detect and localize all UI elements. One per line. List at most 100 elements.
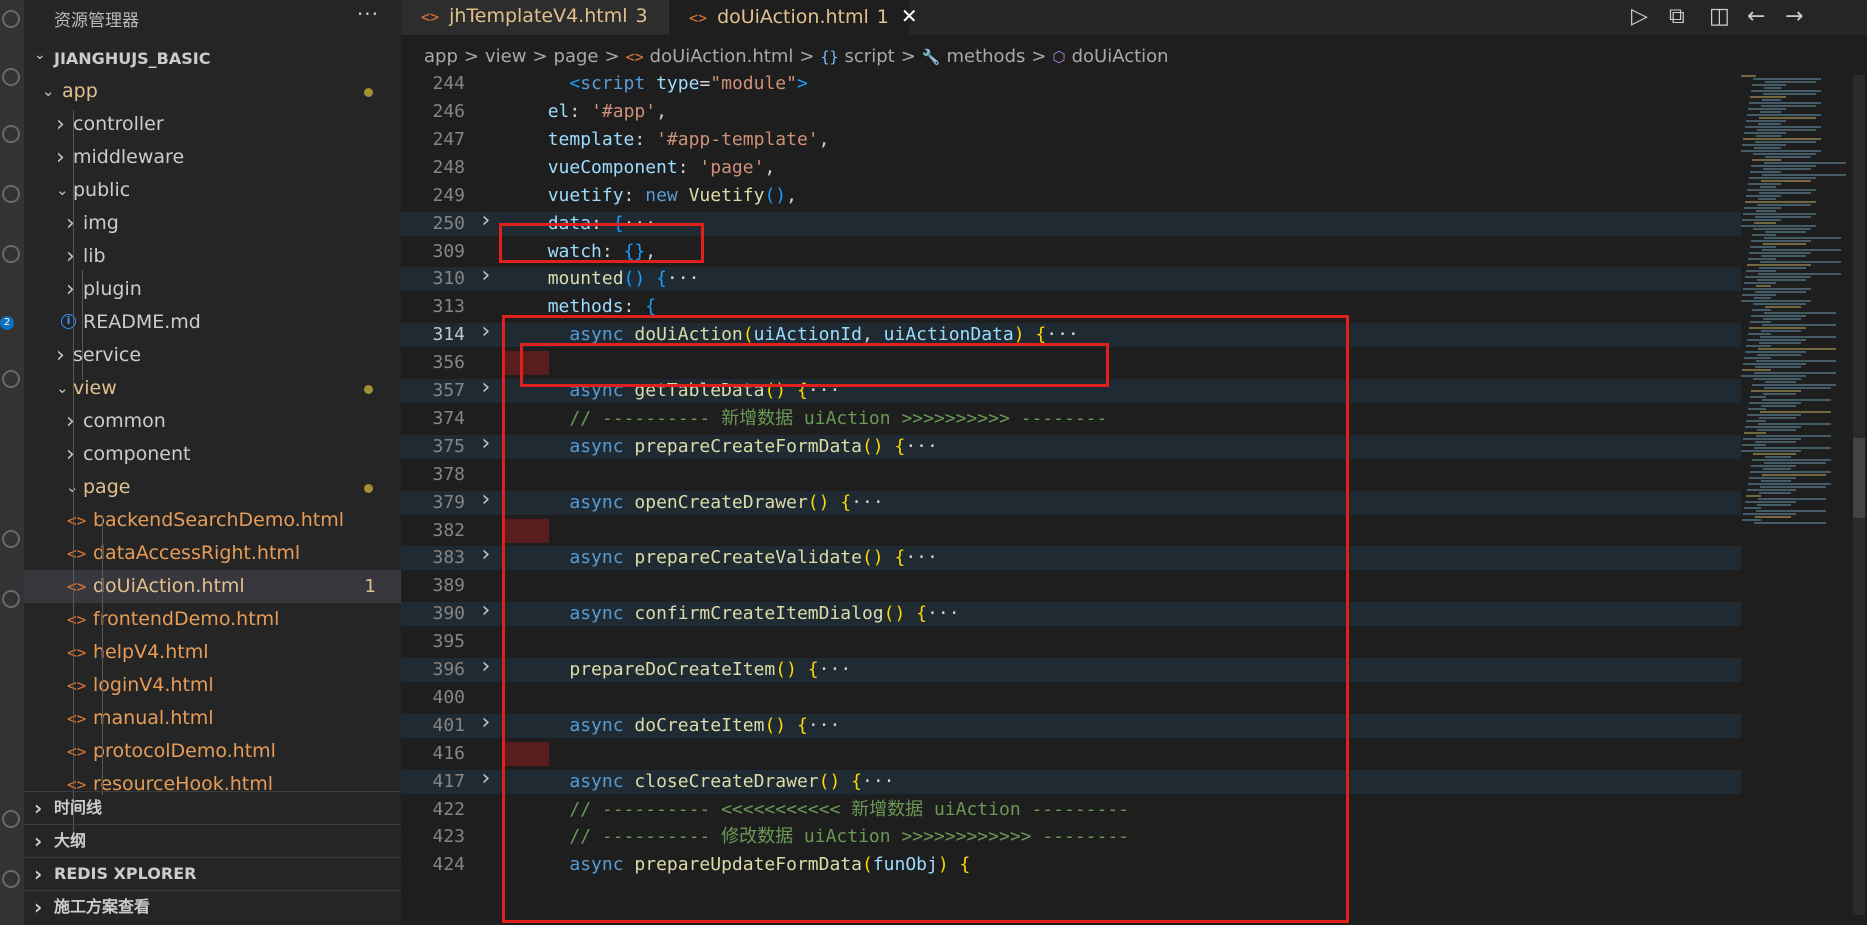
modified-dot [364, 385, 373, 394]
minimap-line [1743, 213, 1816, 215]
sidebar-section[interactable]: › REDIS XPLORER [24, 857, 401, 890]
code-line[interactable]: 247 template: '#app-template', [401, 128, 1741, 152]
tree-item-label: plugin [83, 278, 142, 300]
code-token: vuetify [547, 184, 624, 206]
tree-item[interactable]: › plugin [24, 273, 401, 306]
minimap[interactable] [1733, 75, 1853, 545]
minimap-line [1754, 222, 1776, 224]
tree-item[interactable]: <> dataAccessRight.html [24, 537, 401, 570]
minimap-line [1749, 402, 1801, 404]
chevron-right-icon: › [34, 895, 43, 919]
breadcrumb-item[interactable]: page [554, 46, 599, 67]
tree-item-label: dataAccessRight.html [93, 542, 301, 564]
source-control-icon[interactable] [2, 125, 20, 143]
go-forward-icon[interactable]: → [1785, 6, 1803, 28]
breadcrumb-item[interactable]: methods [946, 46, 1025, 67]
close-icon[interactable]: ✕ [901, 4, 918, 28]
indent-guide [82, 270, 83, 380]
fold-chevron-icon[interactable]: › [479, 208, 492, 233]
chevron-right-icon: › [34, 862, 43, 886]
tree-item[interactable]: <> protocolDemo.html [24, 735, 401, 768]
minimap-line [1754, 522, 1826, 524]
fold-chevron-icon[interactable]: › [479, 599, 492, 623]
remote-explorer-icon[interactable] [2, 370, 20, 388]
line-number: 400 [432, 686, 465, 708]
compare-icon[interactable]: ⧉ [1669, 6, 1685, 28]
tree-item[interactable]: › lib [24, 240, 401, 273]
explorer-icon[interactable] [2, 10, 20, 28]
fold-chevron-icon[interactable]: › [479, 710, 492, 735]
tree-item[interactable]: › common [24, 405, 401, 438]
tab-jhtemplatev4[interactable]: <> jhTemplateV4.html 3 [401, 0, 669, 35]
more-actions-icon[interactable]: ··· [357, 2, 379, 26]
indent-guide [73, 110, 74, 840]
tree-item[interactable]: <> backendSearchDemo.html [24, 504, 401, 537]
split-editor-icon[interactable]: ◫ [1709, 6, 1730, 28]
sidebar-section[interactable]: › 大纲 [24, 824, 401, 857]
tab-douiaction[interactable]: <> doUiAction.html 1 ✕ [669, 0, 918, 35]
tree-item-label: backendSearchDemo.html [93, 509, 344, 531]
search-icon[interactable] [2, 68, 20, 86]
code-line[interactable]: 248 vueComponent: 'page', [401, 156, 1741, 180]
code-token: : [623, 184, 646, 206]
tree-item[interactable]: <> helpV4.html [24, 636, 401, 669]
code-line[interactable]: 246 el: '#app', [401, 100, 1741, 124]
tree-item[interactable]: <> doUiAction.html 1 [24, 570, 401, 603]
fold-chevron-icon[interactable]: › [479, 264, 492, 288]
tree-item[interactable]: ⌄ app [24, 75, 401, 108]
chevron-down-icon: ⌄ [56, 181, 69, 199]
fold-chevron-icon[interactable]: › [479, 320, 492, 344]
tree-item[interactable]: <> frontendDemo.html [24, 603, 401, 636]
tree-item[interactable]: › img [24, 207, 401, 240]
tree-item[interactable]: <> loginV4.html [24, 669, 401, 702]
code-line[interactable]: 249 vuetify: new Vuetify(), [401, 184, 1741, 208]
minimap-line [1742, 519, 1761, 521]
run-debug-icon[interactable] [2, 185, 20, 203]
fold-chevron-icon[interactable]: › [479, 376, 492, 400]
minimap-line [1745, 351, 1806, 353]
accounts-icon[interactable] [2, 530, 20, 548]
breadcrumb-item[interactable]: script [845, 46, 895, 67]
manage-icon[interactable] [2, 590, 20, 608]
tree-item[interactable]: › component [24, 438, 401, 471]
breadcrumb-separator: > [532, 46, 548, 67]
tree-item[interactable]: ⌄page [24, 471, 401, 504]
fold-chevron-icon[interactable]: › [479, 655, 492, 679]
code-token: , [818, 128, 830, 150]
tree-item[interactable]: ⌄ public [24, 174, 401, 207]
minimap-line [1741, 150, 1821, 152]
settings-gear-icon[interactable] [2, 870, 20, 888]
tree-item[interactable]: i README.md [24, 306, 401, 339]
modified-dot [364, 484, 373, 493]
sidebar-section[interactable]: › 施工方案查看 [24, 890, 401, 923]
sidebar-section[interactable]: › 时间线 [24, 791, 401, 824]
fold-chevron-icon[interactable]: › [479, 766, 492, 791]
breadcrumb-item[interactable]: doUiAction.html [650, 46, 794, 67]
fold-chevron-icon[interactable]: › [479, 431, 492, 456]
minimap-line [1747, 264, 1811, 266]
tree-item[interactable]: <> manual.html [24, 702, 401, 735]
tree-item[interactable]: ⌄ view [24, 372, 401, 405]
workspace-root[interactable]: ⌄ JIANGHUJS_BASIC [24, 46, 401, 72]
fold-chevron-icon[interactable]: › [479, 543, 492, 567]
minimap-line [1759, 267, 1806, 269]
tree-item[interactable]: › service [24, 339, 401, 372]
database-icon[interactable] [2, 810, 20, 828]
go-back-icon[interactable]: ← [1747, 6, 1765, 28]
breadcrumb-item[interactable]: doUiAction [1072, 46, 1169, 67]
fold-chevron-icon[interactable]: › [479, 487, 492, 512]
minimap-line [1753, 153, 1816, 155]
code-line[interactable]: 310 › mounted() {··· [401, 264, 1741, 292]
extensions-icon[interactable] [2, 245, 20, 263]
minimap-line [1757, 204, 1811, 206]
tree-item[interactable]: › middleware [24, 141, 401, 174]
run-icon[interactable]: ▷ [1631, 6, 1648, 28]
code-line[interactable]: 244 <script type="module"> [401, 72, 1741, 96]
explorer-title: 资源管理器 [54, 11, 139, 31]
scrollbar-thumb[interactable] [1853, 438, 1865, 518]
breadcrumb-item[interactable]: view [485, 46, 526, 67]
tree-item[interactable]: › controller [24, 108, 401, 141]
breadcrumb-item[interactable]: app [424, 46, 458, 67]
